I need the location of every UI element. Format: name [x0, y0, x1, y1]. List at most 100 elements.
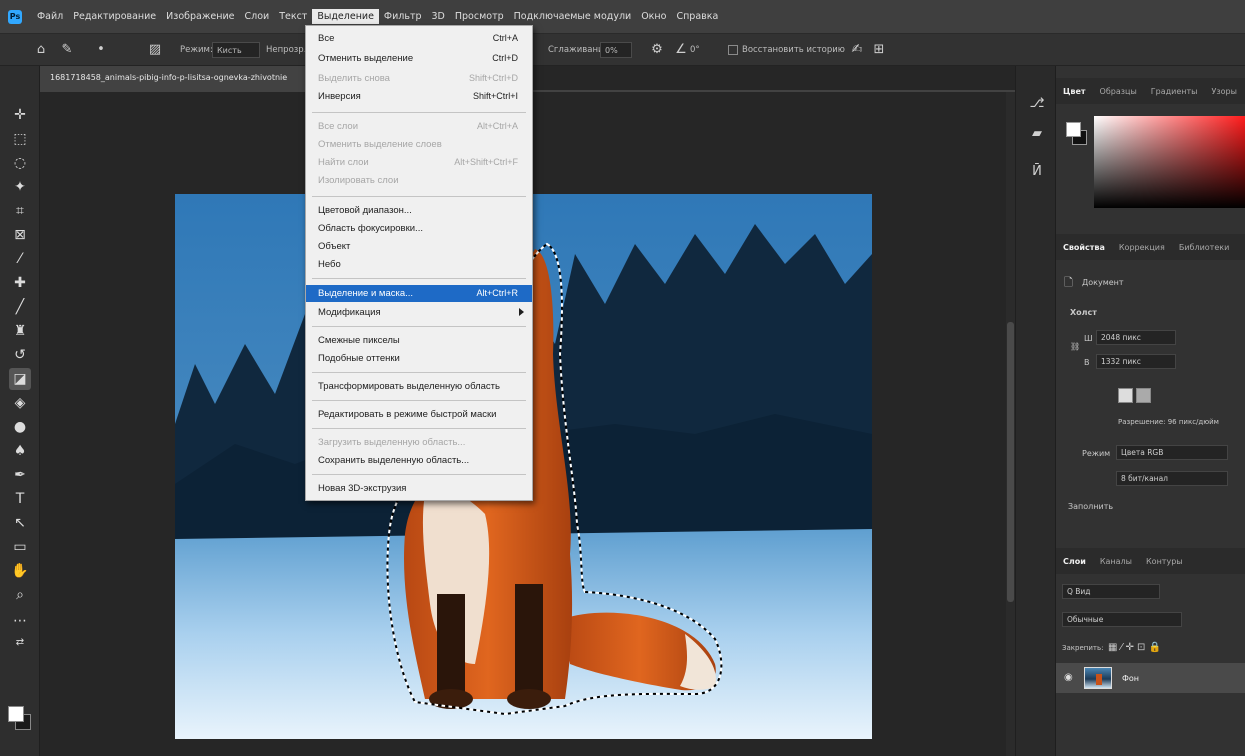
pressure-icon[interactable]: ✍ — [848, 42, 866, 58]
menu-window[interactable]: Окно — [636, 9, 671, 24]
menu-3d[interactable]: 3D — [427, 9, 450, 24]
menu-layers[interactable]: Слои — [239, 9, 274, 24]
tab-channels[interactable]: Каналы — [1093, 557, 1139, 566]
color-mode-select[interactable]: Цвета RGB — [1116, 445, 1228, 460]
magic-wand-tool-icon[interactable]: ✦ — [9, 176, 31, 198]
path-selection-tool-icon[interactable]: ↖ — [9, 512, 31, 534]
menu-item-focus-area[interactable]: Область фокусировки... — [306, 220, 532, 237]
paint-bucket-tool-icon[interactable]: ◈ — [9, 392, 31, 414]
pen-tool-icon[interactable]: ✒ — [9, 464, 31, 486]
blur-tool-icon[interactable]: ● — [9, 416, 31, 438]
menu-item-deselect-layers[interactable]: Отменить выделение слоев — [306, 136, 532, 153]
hand-tool-icon[interactable]: ✋ — [9, 560, 31, 582]
tab-adjustments[interactable]: Коррекция — [1112, 243, 1172, 252]
lasso-tool-icon[interactable]: ◌ — [9, 152, 31, 174]
menu-image[interactable]: Изображение — [161, 9, 239, 24]
bit-depth-select[interactable]: 8 бит/канал — [1116, 471, 1228, 486]
tab-color[interactable]: Цвет — [1056, 87, 1093, 96]
document-tab[interactable]: 1681718458_animals-pibig-info-p-lisitsa-… — [40, 66, 350, 90]
eraser-tool-icon[interactable]: ✎ — [58, 42, 76, 58]
rectangle-tool-icon[interactable]: ▭ — [9, 536, 31, 558]
eyedropper-tool-icon[interactable]: ⁄ — [9, 248, 31, 270]
dodge-tool-icon[interactable]: ♠ — [9, 440, 31, 462]
menu-item-save-selection[interactable]: Сохранить выделенную область... — [306, 452, 532, 469]
more-tools-icon[interactable]: ⋯ — [9, 610, 31, 632]
marquee-tool-icon[interactable]: ⬚ — [9, 128, 31, 150]
zoom-tool-icon[interactable]: ⌕ — [9, 584, 31, 606]
height-field[interactable]: 1332 пикс — [1096, 354, 1176, 369]
menu-item-transform-selection[interactable]: Трансформировать выделенную область — [306, 378, 532, 395]
menu-select[interactable]: Выделение — [312, 9, 379, 24]
portrait-orientation-button[interactable] — [1118, 388, 1133, 403]
swap-colors-icon[interactable]: ⇄ — [9, 632, 31, 654]
layer-row[interactable]: ◉ Фон — [1056, 663, 1245, 693]
menu-item-isolate-layers[interactable]: Изолировать слои — [306, 172, 532, 189]
brush-tool-icon[interactable]: ╱ — [9, 296, 31, 318]
angle-value[interactable]: 0° — [690, 42, 700, 58]
panel-foreground-swatch[interactable] — [1066, 122, 1081, 137]
home-icon[interactable]: ⌂ — [32, 42, 50, 58]
tab-swatches[interactable]: Образцы — [1093, 87, 1144, 96]
brush-panel-icon[interactable]: ▨ — [146, 42, 164, 58]
history-brush-tool-icon[interactable]: ↺ — [9, 344, 31, 366]
menu-item-find-layers[interactable]: Найти слои Alt+Shift+Ctrl+F — [306, 154, 532, 171]
character-panel-icon[interactable]: Ӣ — [1029, 164, 1045, 180]
menu-item-subject[interactable]: Объект — [306, 238, 532, 255]
menu-item-modify[interactable]: Модификация — [306, 304, 532, 321]
menu-item-load-selection[interactable]: Загрузить выделенную область... — [306, 434, 532, 451]
menu-item-all[interactable]: Все Ctrl+A — [306, 30, 532, 47]
mode-select[interactable]: Кисть — [212, 42, 260, 58]
menu-item-reselect[interactable]: Выделить снова Shift+Ctrl+D — [306, 70, 532, 87]
tab-layers[interactable]: Слои — [1056, 557, 1093, 566]
menu-item-sky[interactable]: Небо — [306, 256, 532, 273]
brush-preset-icon[interactable]: • — [92, 42, 110, 58]
menu-item-grow[interactable]: Смежные пикселы — [306, 332, 532, 349]
canvas-vertical-scrollbar[interactable] — [1006, 92, 1015, 756]
menu-item-all-layers[interactable]: Все слои Alt+Ctrl+A — [306, 118, 532, 135]
color-picker-field[interactable] — [1094, 116, 1245, 208]
menu-item-similar[interactable]: Подобные оттенки — [306, 350, 532, 367]
lock-icons[interactable]: ▦ ⁄ ✛ ⊡ 🔒 — [1108, 642, 1161, 653]
symmetry-icon[interactable]: ⊞ — [870, 42, 888, 58]
tab-properties[interactable]: Свойства — [1056, 243, 1112, 252]
comments-panel-icon[interactable]: ▰ — [1029, 126, 1045, 142]
menu-file[interactable]: Файл — [32, 9, 68, 24]
menu-plugins[interactable]: Подключаемые модули — [509, 9, 637, 24]
menu-help[interactable]: Справка — [671, 9, 723, 24]
landscape-orientation-button[interactable] — [1136, 388, 1151, 403]
menu-view[interactable]: Просмотр — [450, 9, 509, 24]
frame-tool-icon[interactable]: ⊠ — [9, 224, 31, 246]
tab-gradients[interactable]: Градиенты — [1144, 87, 1205, 96]
menu-item-quick-mask[interactable]: Редактировать в режиме быстрой маски — [306, 406, 532, 423]
menu-type[interactable]: Текст — [274, 9, 312, 24]
healing-brush-tool-icon[interactable]: ✚ — [9, 272, 31, 294]
layer-name[interactable]: Фон — [1122, 674, 1139, 683]
link-dimensions-icon[interactable]: ⛓ — [1070, 342, 1080, 351]
smoothing-field[interactable]: 0% — [600, 42, 632, 58]
foreground-color-swatch[interactable] — [8, 706, 24, 722]
layer-filter-input[interactable]: Q Вид — [1062, 584, 1160, 599]
scrollbar-thumb[interactable] — [1007, 322, 1014, 602]
tab-patterns[interactable]: Узоры — [1205, 87, 1244, 96]
photoshop-logo-icon[interactable]: Ps — [8, 9, 22, 24]
move-tool-icon[interactable]: ✛ — [9, 104, 31, 126]
history-checkbox[interactable] — [728, 45, 738, 55]
menu-item-inverse[interactable]: Инверсия Shift+Ctrl+I — [306, 88, 532, 105]
eye-icon[interactable]: ◉ — [1064, 672, 1076, 684]
gear-icon[interactable]: ⚙ — [648, 42, 666, 58]
type-tool-icon[interactable]: T — [9, 488, 31, 510]
menu-edit[interactable]: Редактирование — [68, 9, 161, 24]
menu-item-select-and-mask[interactable]: Выделение и маска... Alt+Ctrl+R — [306, 285, 532, 302]
width-field[interactable]: 2048 пикс — [1096, 330, 1176, 345]
menu-item-color-range[interactable]: Цветовой диапазон... — [306, 202, 532, 219]
menu-filter[interactable]: Фильтр — [379, 9, 427, 24]
blend-mode-select[interactable]: Обычные — [1062, 612, 1182, 627]
tab-libraries[interactable]: Библиотеки — [1172, 243, 1236, 252]
tab-paths[interactable]: Контуры — [1139, 557, 1190, 566]
crop-tool-icon[interactable]: ⌗ — [9, 200, 31, 222]
menu-item-new-3d-extrusion[interactable]: Новая 3D-экструзия — [306, 480, 532, 497]
stamp-tool-icon[interactable]: ♜ — [9, 320, 31, 342]
history-panel-icon[interactable]: ⎇ — [1029, 96, 1045, 112]
menu-item-deselect[interactable]: Отменить выделение Ctrl+D — [306, 50, 532, 67]
eraser-tool-icon[interactable]: ◪ — [9, 368, 31, 390]
